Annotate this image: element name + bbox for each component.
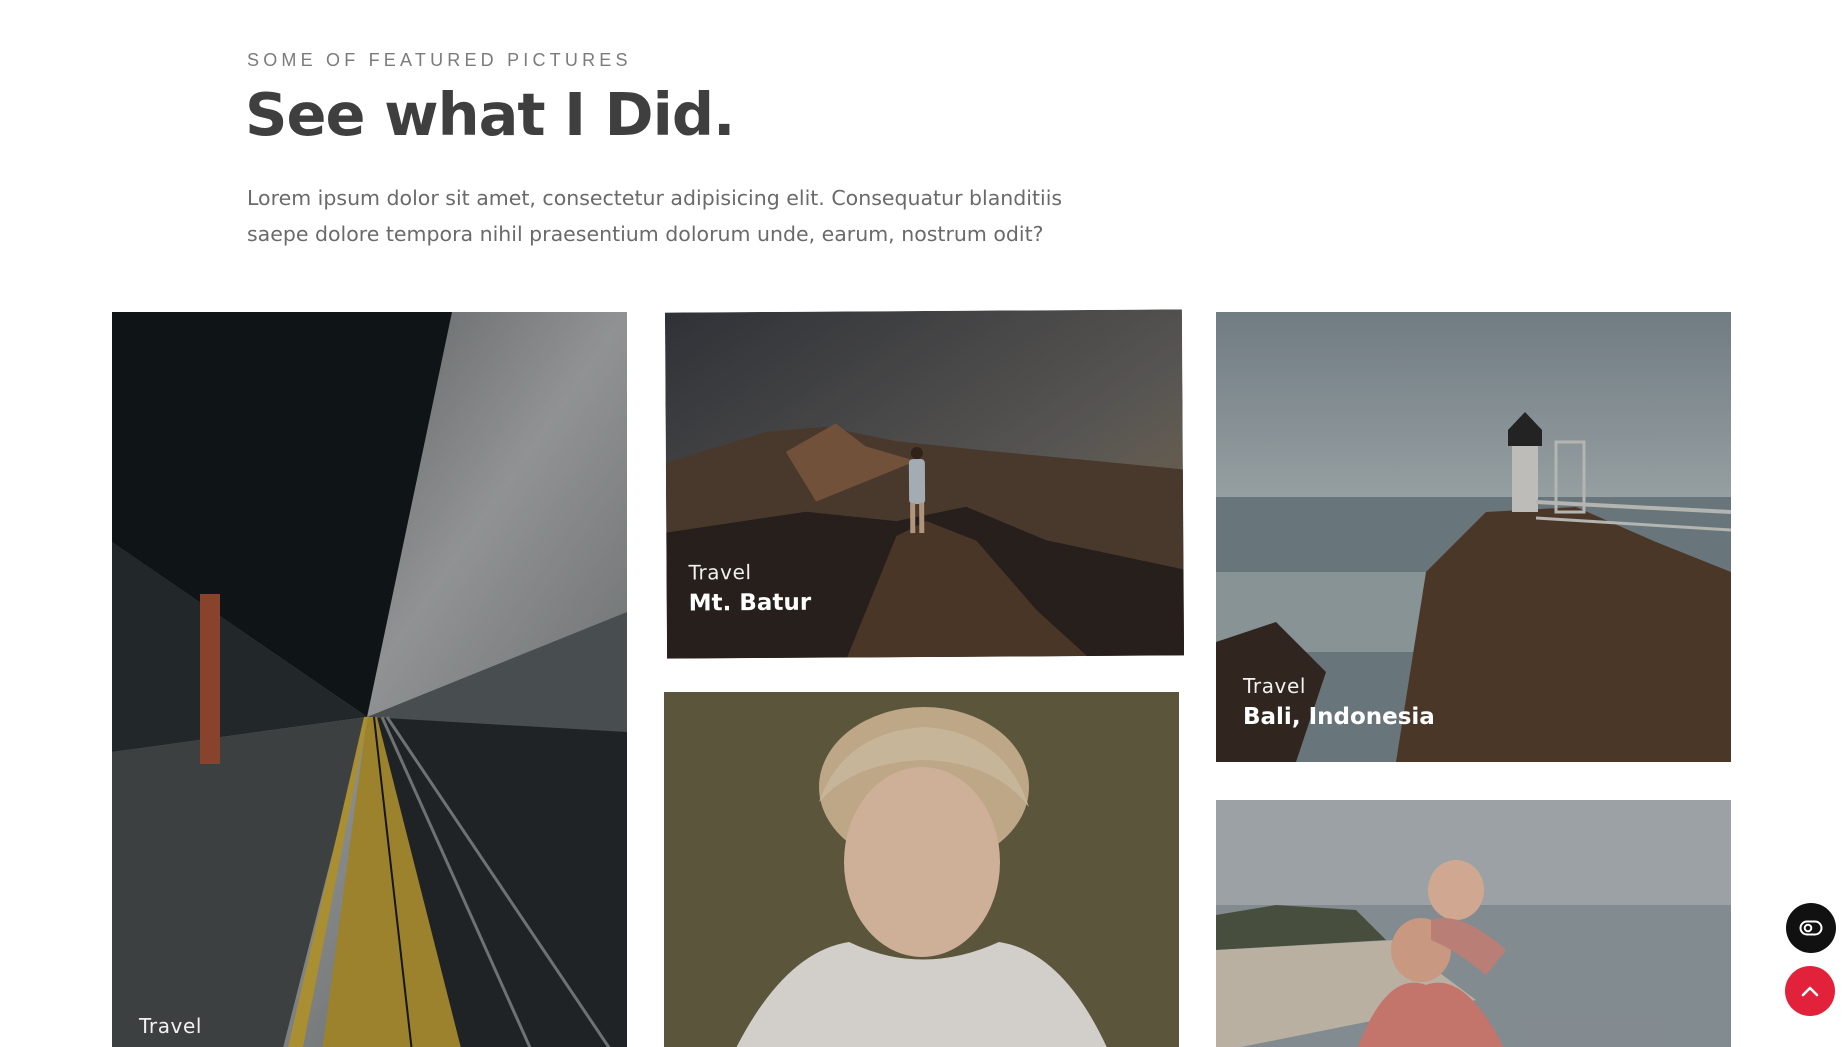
card-category: Travel — [688, 560, 752, 585]
gallery-card-bride[interactable] — [664, 692, 1179, 1047]
card-category: Travel — [1243, 674, 1307, 698]
section-description: Lorem ipsum dolor sit amet, consectetur … — [247, 186, 1063, 246]
card-overlay — [1216, 800, 1731, 1047]
card-title: Bali, Indonesia — [1243, 704, 1435, 730]
card-overlay — [664, 692, 1179, 1047]
card-title: Mt. Batur — [688, 589, 812, 617]
gallery-card-bali-indonesia[interactable]: Travel Bali, Indonesia — [1216, 312, 1731, 762]
card-overlay — [112, 312, 627, 1047]
section-eyebrow: SOME OF FEATURED PICTURES — [247, 50, 632, 70]
gallery-card-mt-batur[interactable]: Travel Mt. Batur — [664, 309, 1185, 659]
eye-toggle-icon — [1799, 920, 1823, 936]
back-to-top-button[interactable] — [1785, 966, 1835, 1016]
featured-pictures-section: SOME OF FEATURED PICTURES See what I Did… — [0, 0, 1842, 1047]
gallery-card-train-station[interactable]: Travel — [112, 312, 627, 1047]
card-category: Travel — [139, 1014, 203, 1038]
gallery-card-couple[interactable] — [1216, 800, 1731, 1047]
dark-mode-toggle-button[interactable] — [1786, 903, 1836, 953]
chevron-up-icon — [1801, 986, 1819, 997]
section-title: See what I Did. — [245, 80, 735, 149]
